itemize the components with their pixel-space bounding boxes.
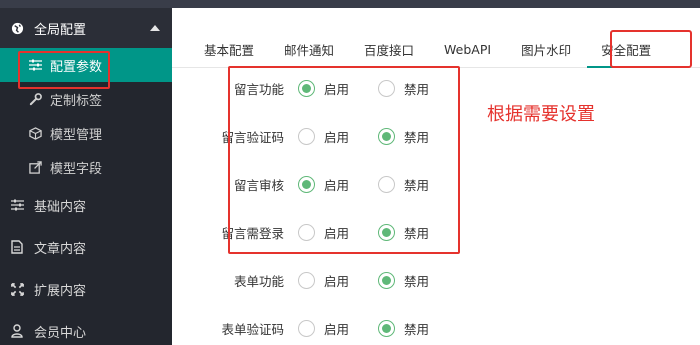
setting-label: 表单验证码 bbox=[221, 321, 284, 337]
radio-label: 启用 bbox=[324, 177, 350, 193]
setting-row: 留言功能 启用 禁用 bbox=[172, 78, 502, 98]
enable-radio[interactable]: 启用 bbox=[298, 79, 354, 98]
radio-label: 启用 bbox=[324, 225, 350, 241]
disable-radio[interactable]: 禁用 bbox=[378, 79, 434, 98]
setting-label: 留言验证码 bbox=[221, 129, 284, 145]
radio-circle[interactable] bbox=[298, 223, 315, 241]
radio-circle[interactable] bbox=[378, 271, 395, 289]
tab-basic-config[interactable]: 基本配置 bbox=[190, 31, 270, 67]
wrench-icon bbox=[28, 92, 42, 106]
chevron-up-icon bbox=[150, 25, 160, 31]
tab-email-notification[interactable]: 邮件通知 bbox=[270, 31, 350, 67]
tab-webapi[interactable]: WebAPI bbox=[430, 31, 507, 67]
setting-row: 留言需登录 启用 禁用 bbox=[172, 222, 502, 242]
sidebar-item-label: 模型管理 bbox=[50, 127, 103, 143]
sidebar-item-model-fields[interactable]: 模型字段 bbox=[0, 150, 172, 184]
enable-radio[interactable]: 启用 bbox=[298, 271, 354, 290]
radio-label: 禁用 bbox=[404, 321, 430, 337]
sidebar-item-label: 配置参数 bbox=[50, 59, 103, 75]
cube-icon bbox=[28, 126, 42, 140]
radio-circle[interactable] bbox=[378, 175, 395, 193]
top-bar bbox=[0, 0, 700, 8]
enable-radio[interactable]: 启用 bbox=[298, 175, 354, 194]
sliders-icon bbox=[28, 58, 42, 72]
radio-label: 启用 bbox=[324, 273, 350, 289]
enable-radio[interactable]: 启用 bbox=[298, 223, 354, 242]
radio-circle[interactable] bbox=[378, 319, 395, 337]
radio-label: 禁用 bbox=[404, 81, 430, 97]
radio-circle[interactable] bbox=[298, 127, 315, 145]
sidebar-group-article-content[interactable]: 文章内容 bbox=[0, 226, 172, 268]
radio-label: 启用 bbox=[324, 321, 350, 337]
radio-circle[interactable] bbox=[378, 127, 395, 145]
sidebar-item-label: 定制标签 bbox=[50, 93, 103, 109]
setting-label: 留言功能 bbox=[233, 81, 284, 97]
setting-row: 表单功能 启用 禁用 bbox=[172, 270, 502, 290]
sidebar-header-label: 全局配置 bbox=[34, 22, 87, 38]
radio-label: 禁用 bbox=[404, 177, 430, 193]
radio-label: 禁用 bbox=[404, 273, 430, 289]
setting-label: 表单功能 bbox=[233, 273, 284, 289]
document-icon bbox=[10, 240, 24, 254]
radio-circle[interactable] bbox=[298, 79, 315, 97]
disable-radio[interactable]: 禁用 bbox=[378, 223, 434, 242]
sidebar-group-label: 扩展内容 bbox=[34, 283, 87, 299]
setting-label: 留言审核 bbox=[233, 177, 284, 193]
sidebar: 全局配置 配置参数 定制标签 模型管理 模型字段 基础内容 文章内容 扩展内容 … bbox=[0, 8, 172, 345]
sidebar-item-label: 模型字段 bbox=[50, 161, 103, 177]
setting-label: 留言需登录 bbox=[221, 225, 284, 241]
radio-circle[interactable] bbox=[378, 79, 395, 97]
sidebar-group-label: 文章内容 bbox=[34, 241, 87, 257]
main-content: 基本配置 邮件通知 百度接口 WebAPI 图片水印 安全配置 留言功能 启用 禁用… bbox=[172, 8, 700, 345]
user-icon bbox=[10, 324, 24, 338]
radio-label: 禁用 bbox=[404, 225, 430, 241]
radio-circle[interactable] bbox=[378, 223, 395, 241]
radio-circle[interactable] bbox=[298, 271, 315, 289]
globe-icon bbox=[10, 21, 24, 35]
radio-label: 启用 bbox=[324, 81, 350, 97]
setting-row: 留言审核 启用 禁用 bbox=[172, 174, 502, 194]
expand-icon bbox=[10, 282, 24, 296]
tab-baidu-api[interactable]: 百度接口 bbox=[350, 31, 430, 67]
sidebar-group-basic-content[interactable]: 基础内容 bbox=[0, 184, 172, 226]
enable-radio[interactable]: 启用 bbox=[298, 319, 354, 338]
sidebar-item-config-params[interactable]: 配置参数 bbox=[0, 48, 172, 82]
radio-circle[interactable] bbox=[298, 175, 315, 193]
external-link-icon bbox=[28, 160, 42, 174]
tab-bar: 基本配置 邮件通知 百度接口 WebAPI 图片水印 安全配置 bbox=[172, 28, 700, 68]
sidebar-group-global-config[interactable]: 全局配置 bbox=[0, 8, 172, 48]
sliders-icon bbox=[10, 198, 24, 212]
sidebar-group-member-center[interactable]: 会员中心 bbox=[0, 310, 172, 345]
sidebar-group-extended-content[interactable]: 扩展内容 bbox=[0, 268, 172, 310]
sidebar-group-label: 基础内容 bbox=[34, 199, 87, 215]
disable-radio[interactable]: 禁用 bbox=[378, 319, 434, 338]
sidebar-group-label: 会员中心 bbox=[34, 325, 87, 341]
tab-security-config[interactable]: 安全配置 bbox=[587, 31, 668, 68]
enable-radio[interactable]: 启用 bbox=[298, 127, 354, 146]
sidebar-item-model-management[interactable]: 模型管理 bbox=[0, 116, 172, 150]
disable-radio[interactable]: 禁用 bbox=[378, 127, 434, 146]
radio-circle[interactable] bbox=[298, 319, 315, 337]
disable-radio[interactable]: 禁用 bbox=[378, 271, 434, 290]
sidebar-item-custom-tags[interactable]: 定制标签 bbox=[0, 82, 172, 116]
disable-radio[interactable]: 禁用 bbox=[378, 175, 434, 194]
annotation-text: 根据需要设置 bbox=[487, 104, 595, 125]
setting-row: 表单验证码 启用 禁用 bbox=[172, 318, 502, 338]
radio-label: 启用 bbox=[324, 129, 350, 145]
setting-row: 留言验证码 启用 禁用 bbox=[172, 126, 502, 146]
radio-label: 禁用 bbox=[404, 129, 430, 145]
tab-image-watermark[interactable]: 图片水印 bbox=[507, 31, 587, 67]
